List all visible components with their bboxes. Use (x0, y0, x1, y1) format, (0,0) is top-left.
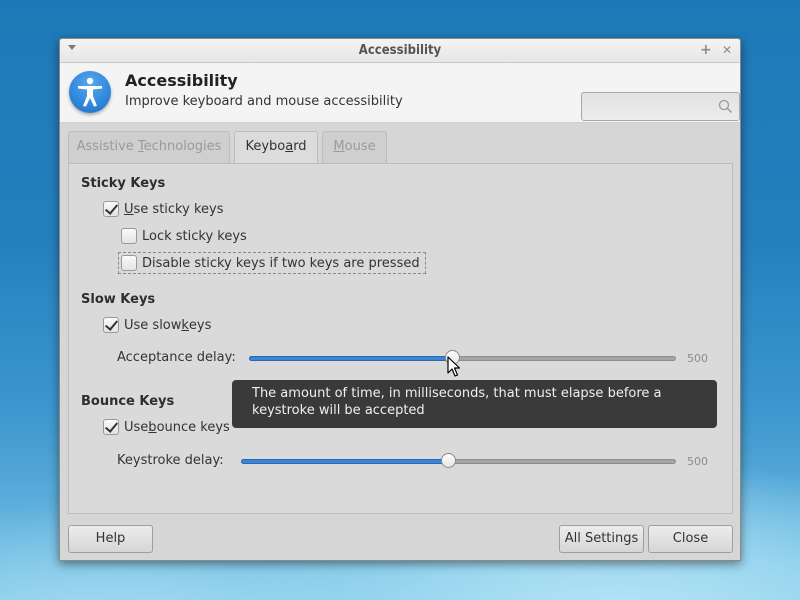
checkbox-label: Use (124, 419, 149, 435)
search-field[interactable] (581, 92, 740, 121)
disable-sticky-keys-checkbox[interactable]: Disable sticky keys if two keys are pres… (118, 252, 426, 274)
tab-keyboard[interactable]: Keyboard (234, 131, 318, 165)
use-slow-keys-checkbox[interactable]: Use slow k eys (103, 317, 211, 333)
checkbox-checked-icon[interactable] (103, 419, 119, 435)
tab-mouse[interactable]: Mouse (322, 131, 387, 164)
checkbox-label: Disable sticky keys if two keys are pres… (142, 255, 420, 271)
header-title: Accessibility (125, 71, 238, 90)
use-bounce-keys-checkbox[interactable]: Use b ounce keys (103, 419, 230, 435)
mouse-pointer-icon (447, 356, 461, 377)
tab-mnemonic: a (285, 139, 294, 154)
all-settings-button[interactable]: All Settings (559, 525, 644, 553)
acceptance-delay-label: Acceptance delay: (117, 350, 236, 365)
tab-label: Keybo (245, 139, 286, 154)
checkbox-mnemonic: k (181, 317, 189, 333)
keystroke-delay-label: Keystroke delay: (117, 453, 224, 468)
acceptance-delay-value: 500 (687, 352, 708, 365)
search-input[interactable] (586, 96, 711, 117)
maximize-button[interactable]: + (700, 42, 712, 58)
bounce-keys-heading: Bounce Keys (81, 394, 175, 409)
close-button[interactable]: Close (648, 525, 733, 553)
checkbox-label: ounce keys (156, 419, 230, 435)
dialog-header: Accessibility Improve keyboard and mouse… (60, 63, 740, 123)
slider-fill (241, 459, 448, 464)
acceptance-delay-tooltip: The amount of time, in milliseconds, tha… (232, 380, 717, 428)
tab-label: ouse (344, 139, 376, 154)
checkbox-checked-icon[interactable] (103, 201, 119, 217)
sticky-keys-heading: Sticky Keys (81, 176, 166, 191)
window-title: Accessibility (358, 43, 442, 58)
slider-handle[interactable] (440, 453, 456, 468)
accessibility-icon (69, 71, 111, 113)
checkbox-unchecked-icon[interactable] (121, 228, 137, 244)
checkbox-checked-icon[interactable] (103, 317, 119, 333)
checkbox-mnemonic: b (148, 419, 157, 435)
acceptance-delay-slider[interactable] (249, 350, 676, 365)
tab-label: Assistive (76, 139, 138, 154)
tab-label: echnologies (143, 139, 222, 154)
help-button[interactable]: Help (68, 525, 153, 553)
accessibility-window: Accessibility + ✕ Accessibility Improve … (59, 38, 741, 561)
keystroke-delay-value: 500 (687, 455, 708, 468)
tab-label: rd (293, 139, 307, 154)
checkbox-mnemonic: U (124, 201, 134, 217)
checkbox-unchecked-icon[interactable] (121, 255, 137, 271)
use-sticky-keys-checkbox[interactable]: Use sticky keys (103, 201, 223, 217)
checkbox-label: Lock sticky keys (142, 228, 247, 244)
search-icon (718, 99, 733, 114)
tab-mnemonic: M (333, 139, 345, 154)
keystroke-delay-slider[interactable] (241, 453, 676, 468)
keyboard-tab-panel: Sticky Keys Use sticky keys Lock sticky … (68, 163, 733, 514)
checkbox-label: se sticky keys (133, 201, 224, 217)
title-bar[interactable]: Accessibility + ✕ (60, 39, 740, 63)
lock-sticky-keys-checkbox[interactable]: Lock sticky keys (121, 228, 247, 244)
slow-keys-heading: Slow Keys (81, 292, 156, 307)
close-window-button[interactable]: ✕ (722, 43, 732, 57)
tab-assistive-technologies[interactable]: Assistive Technologies (68, 131, 230, 164)
checkbox-label: eys (188, 317, 212, 333)
checkbox-label: Use slow (124, 317, 182, 333)
slider-fill (249, 356, 452, 361)
header-subtitle: Improve keyboard and mouse accessibility (125, 94, 403, 109)
